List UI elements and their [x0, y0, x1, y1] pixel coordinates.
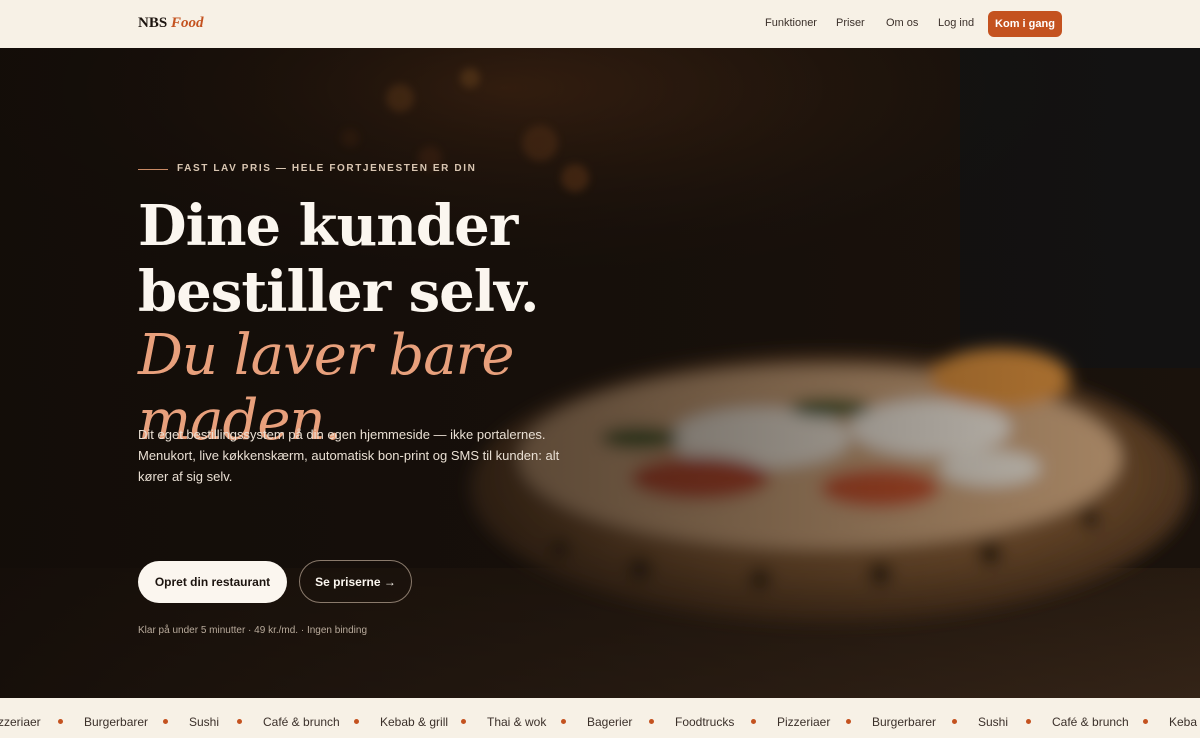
marquee-item: Burgerbarer — [84, 715, 149, 729]
nav-link-log-ind[interactable]: Log ind — [938, 17, 974, 29]
marquee-dot — [649, 719, 654, 724]
marquee-dot — [163, 719, 168, 724]
marquee-dot — [461, 719, 466, 724]
hero-headline-line-2: bestiller selv. — [138, 259, 539, 325]
logo-primary: NBS — [138, 15, 168, 31]
marquee-item: Pizzeriaer — [777, 715, 831, 729]
logo[interactable]: NBS Food — [138, 15, 203, 32]
hero-section: FAST LAV PRIS — HELE FORTJENESTEN ER DIN… — [0, 48, 1200, 698]
logo-accent: Food — [170, 15, 204, 31]
marquee-item: Bagerier — [587, 715, 633, 729]
marquee-dot — [846, 719, 851, 724]
marquee-dot — [58, 719, 63, 724]
eyebrow-divider — [138, 169, 168, 170]
create-restaurant-button[interactable]: Opret din restaurant — [138, 561, 287, 603]
marquee-dot — [561, 719, 566, 724]
nav-link-priser[interactable]: Priser — [836, 17, 865, 29]
marquee-item: Café & brunch — [1052, 715, 1129, 729]
hero-headline-line-1: Dine kunder — [138, 193, 518, 259]
hero-headline-accent-line-1: Du laver bare — [138, 323, 515, 388]
hero-note: Klar på under 5 minutter · 49 kr./md. · … — [138, 625, 368, 636]
marquee-item: Foodtrucks — [675, 715, 735, 729]
nav-link-funktioner[interactable]: Funktioner — [765, 17, 817, 29]
marquee-item: Café & brunch — [263, 715, 340, 729]
site-header: NBS Food Funktioner Priser Om os Log ind… — [0, 0, 1200, 48]
marquee-item: Sushi — [189, 715, 220, 729]
marquee-dot — [354, 719, 359, 724]
marquee-dot — [1026, 719, 1031, 724]
marquee-item: Sushi — [978, 715, 1009, 729]
marquee-item: Kebab & grill — [380, 715, 449, 729]
marquee-item: zzeriaer — [0, 715, 41, 729]
marquee-dot — [751, 719, 756, 724]
hero-lead: Dit eget bestillingssystem på din egen h… — [138, 427, 560, 484]
marquee-dot — [952, 719, 957, 724]
marquee-item: Burgerbarer — [872, 715, 937, 729]
see-prices-button[interactable]: Se priserne → — [299, 560, 412, 603]
marquee-dot — [1143, 719, 1148, 724]
marquee-dot — [237, 719, 242, 724]
marquee-item: Keba — [1169, 715, 1198, 729]
hero-eyebrow: FAST LAV PRIS — HELE FORTJENESTEN ER DIN — [177, 163, 477, 174]
cuisine-marquee: zzeriaer Burgerbarer Sushi Café & brunch… — [0, 698, 1200, 738]
marquee-item: Thai & wok — [487, 715, 547, 729]
get-started-button[interactable]: Kom i gang — [988, 11, 1062, 37]
nav-link-om-os[interactable]: Om os — [886, 17, 918, 29]
